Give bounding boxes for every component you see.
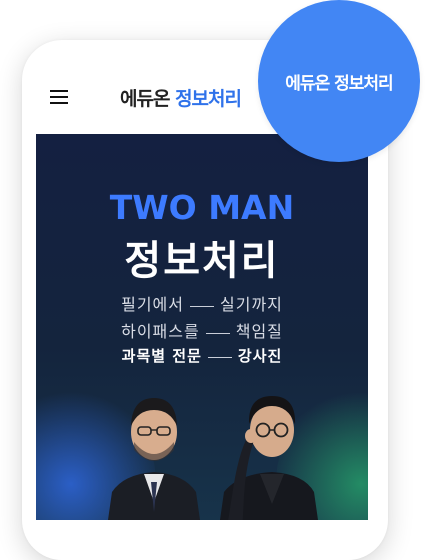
logo[interactable]: 에듀온 정보처리: [120, 84, 242, 111]
logo-text-brand: 에듀온: [120, 88, 170, 110]
tagline-2: 하이패스를 책임질: [36, 318, 368, 342]
banner-title-english: TWO MAN: [109, 188, 295, 227]
logo-text-subject: 정보처리: [175, 88, 242, 110]
tagline-1-right: 실기까지: [220, 295, 283, 314]
instructor-right-image: [220, 396, 318, 520]
tagline-3-right: 강사진: [237, 347, 283, 365]
menu-bar: [50, 96, 68, 98]
instructor-left-image: [108, 398, 200, 520]
tagline-2-left: 하이패스를: [121, 322, 200, 341]
blank-line: [207, 357, 232, 358]
promo-banner[interactable]: TWO MAN 정보처리 필기에서 실기까지 하이패스를 책임질 과목별 전문 강사진: [36, 134, 368, 520]
menu-bar: [50, 102, 68, 104]
tagline-1-left: 필기에서: [121, 295, 184, 314]
menu-bar: [50, 90, 68, 92]
blank-line: [190, 306, 214, 307]
tagline-3: 과목별 전문 강사진: [36, 345, 368, 366]
banner-title-korean: 정보처리: [124, 238, 280, 284]
brand-badge: 에듀온 정보처리: [258, 0, 420, 162]
hamburger-menu-icon[interactable]: [50, 90, 68, 104]
blank-line: [205, 333, 230, 334]
tagline-2-right: 책임질: [235, 322, 283, 341]
tagline-3-left: 과목별 전문: [121, 347, 202, 365]
tagline-1: 필기에서 실기까지: [36, 291, 368, 315]
